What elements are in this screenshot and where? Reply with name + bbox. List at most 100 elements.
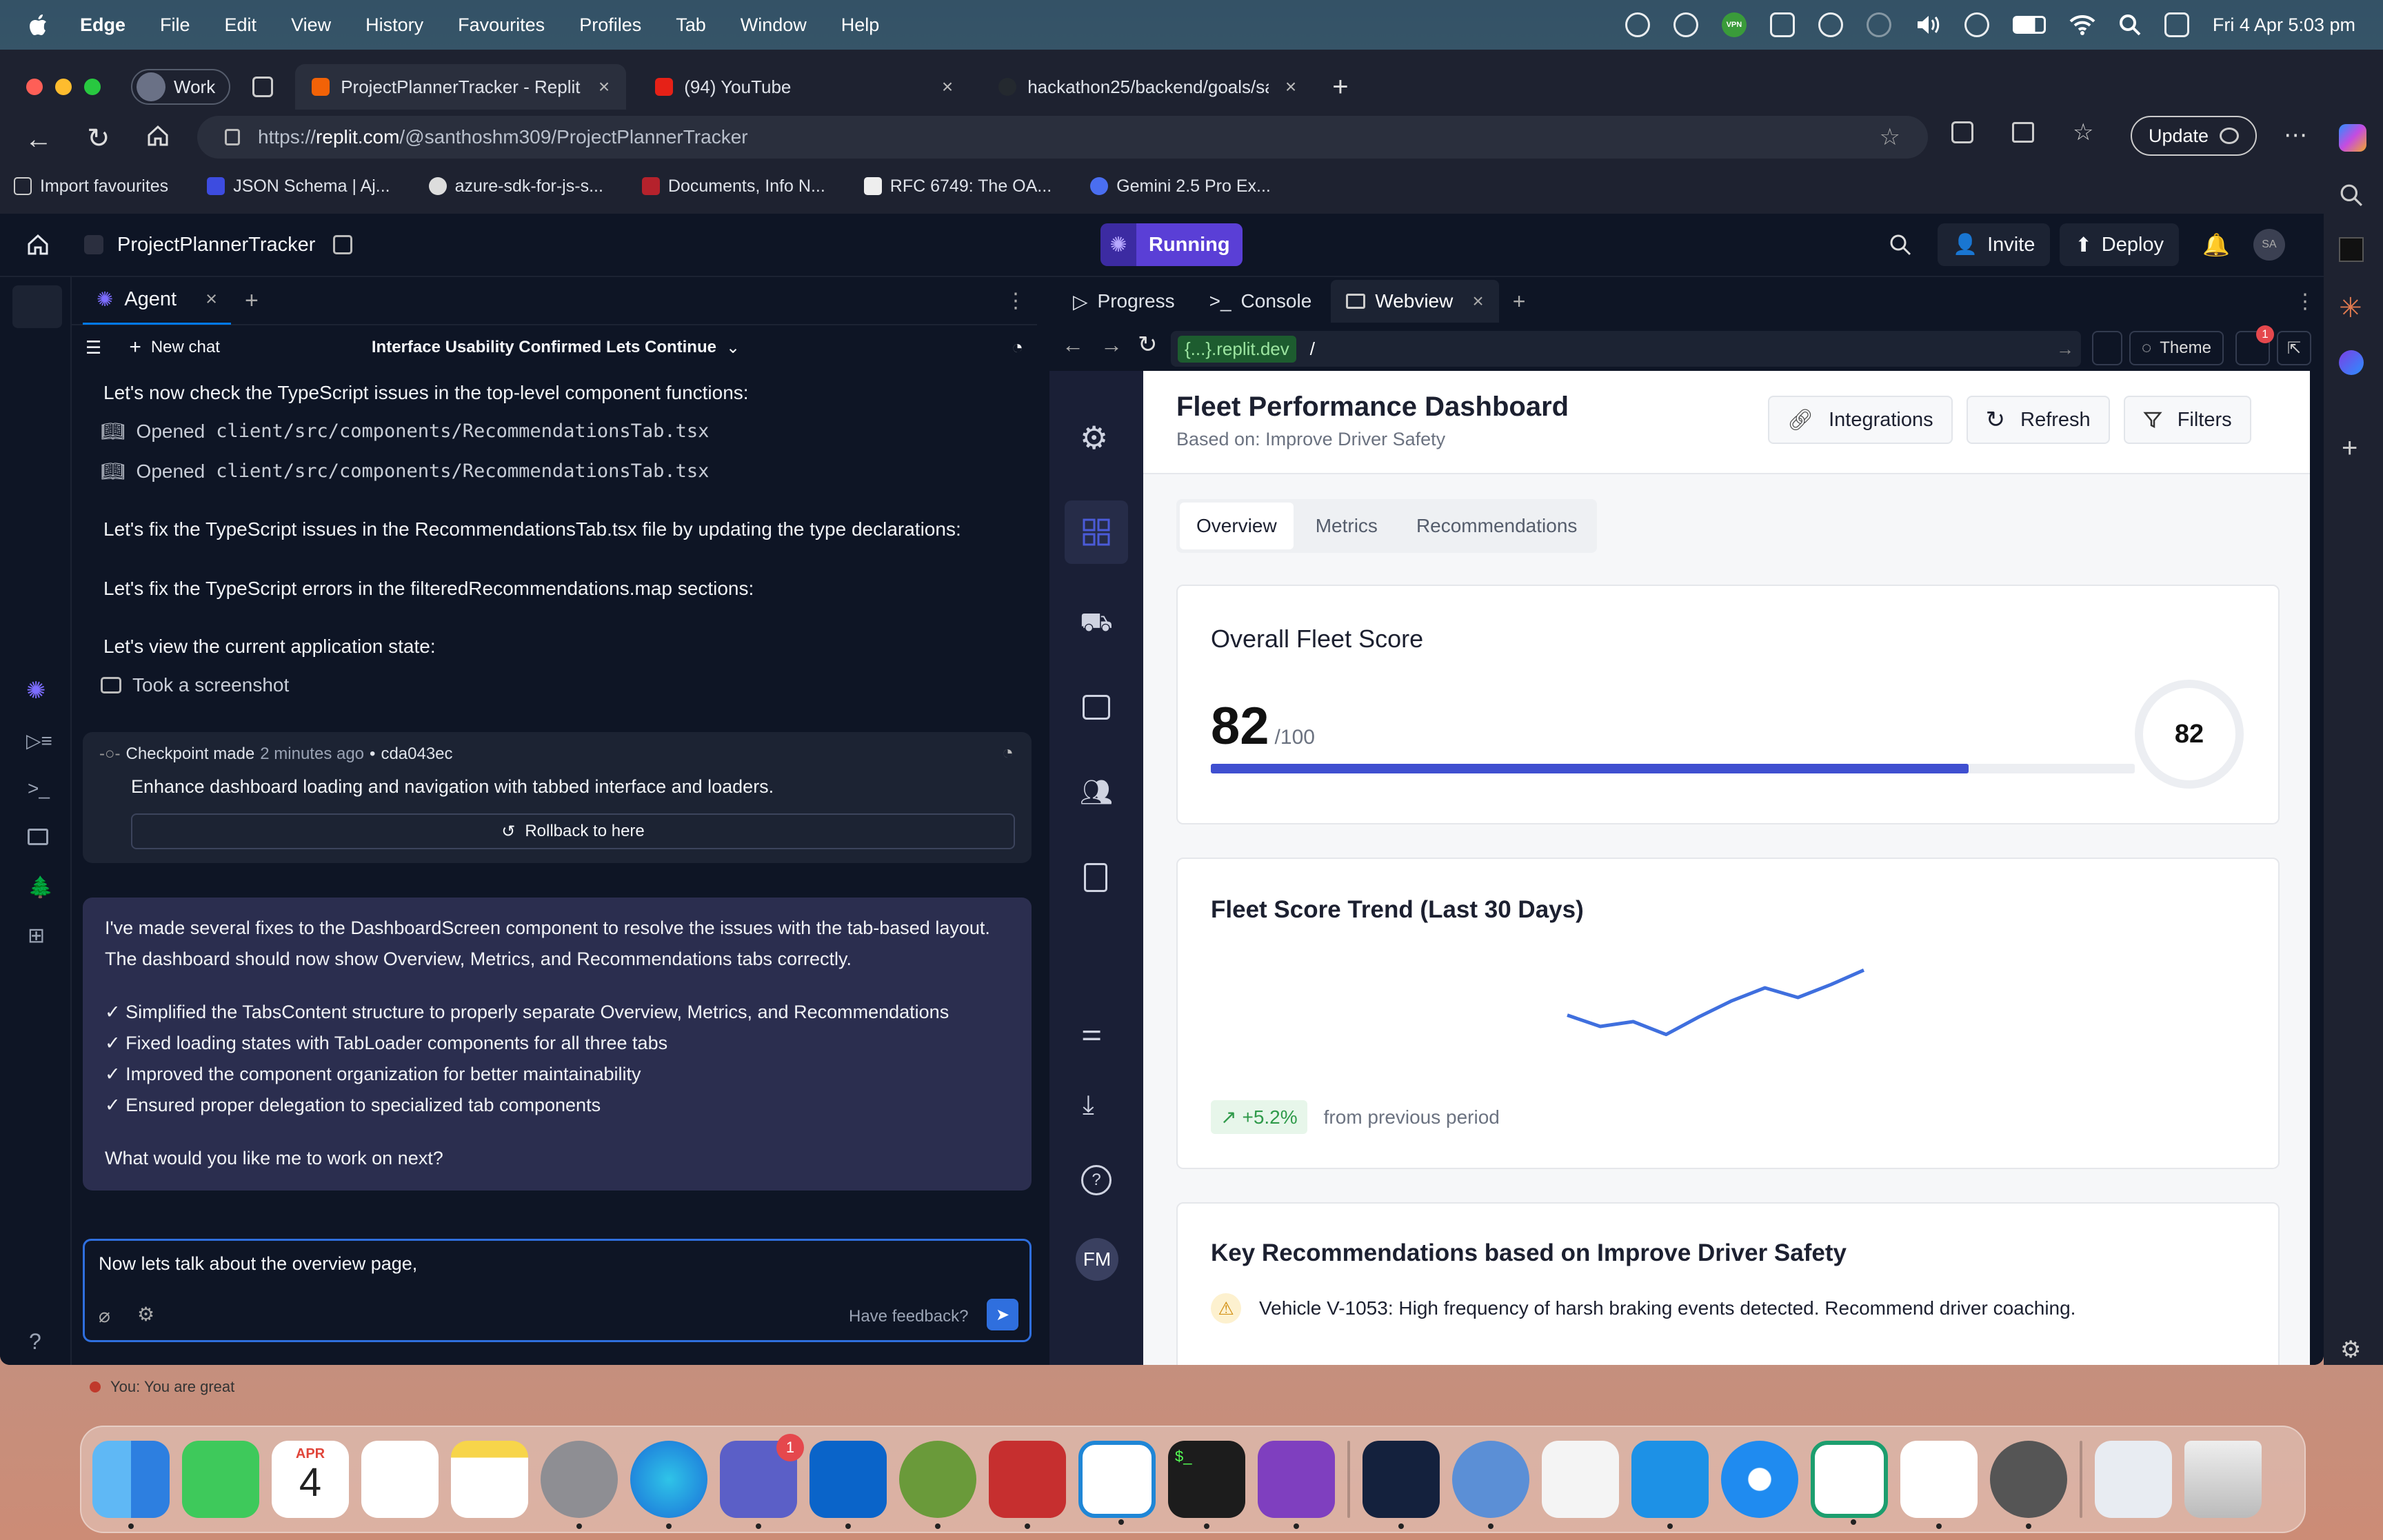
sidebar-settings-icon[interactable]: ⚙ — [2340, 1336, 2361, 1364]
pane-resize-handle[interactable] — [1037, 277, 1049, 1365]
battery-icon[interactable] — [2012, 16, 2046, 34]
device-icon[interactable] — [2092, 331, 2122, 365]
files-toggle-icon[interactable] — [12, 285, 62, 328]
bookmark-json-schema[interactable]: JSON Schema | Aj... — [207, 176, 390, 196]
chat-list-icon[interactable]: ☰ — [86, 337, 101, 358]
tableplus-icon[interactable] — [1452, 1441, 1529, 1529]
refresh-button[interactable]: ↻ Refresh — [1966, 396, 2110, 444]
menu-app-name[interactable]: Edge — [80, 14, 125, 36]
reload-icon[interactable]: ↻ — [87, 123, 110, 154]
all-tools-icon[interactable]: ⊞ — [28, 924, 45, 948]
help-circle-icon[interactable]: ? — [1081, 1165, 1112, 1195]
close-tab-icon[interactable]: × — [599, 76, 610, 98]
workspace-one-icon[interactable] — [1363, 1441, 1440, 1529]
sidebar-app-icon[interactable] — [2339, 237, 2364, 262]
truck-icon[interactable]: ⛟ — [1080, 608, 1113, 641]
quicktime-icon[interactable] — [1990, 1441, 2067, 1529]
tab-agent[interactable]: ✺ Agent × — [83, 276, 232, 325]
minimize-window-button[interactable] — [55, 79, 72, 95]
clock[interactable]: Fri 4 Apr 5:03 pm — [2213, 14, 2355, 36]
attach-icon[interactable]: ⌀ — [99, 1304, 110, 1327]
maximize-window-button[interactable] — [84, 79, 101, 95]
onenote-icon[interactable] — [1258, 1441, 1335, 1529]
chat-composer[interactable]: Now lets talk about the overview page, ⌀… — [83, 1239, 1032, 1342]
users-icon[interactable]: 👥︎ — [1080, 778, 1113, 808]
docker-icon[interactable] — [1631, 1441, 1709, 1529]
more-icon[interactable]: ⋯ — [2284, 121, 2307, 149]
devtools-button[interactable]: 1 — [2235, 325, 2274, 365]
replit-search-icon[interactable] — [1889, 234, 1911, 256]
webview-back-icon[interactable]: ← — [1062, 332, 1084, 358]
workspaces-icon[interactable] — [252, 77, 274, 97]
menu-file[interactable]: File — [160, 14, 190, 36]
commit-hash[interactable]: cda043ec — [381, 744, 452, 764]
tab-github[interactable]: hackathon25/backend/goals/sa × — [982, 64, 1313, 110]
address-bar[interactable]: https:// replit.com /@santhoshm309/Proje… — [197, 116, 1928, 159]
opened-file-row[interactable]: 📖︎ Opened client/src/components/Recommen… — [101, 416, 709, 447]
settings-icon[interactable]: ⚙ — [137, 1303, 154, 1326]
replit-home-icon[interactable] — [26, 233, 50, 256]
trash-icon[interactable] — [2184, 1441, 2262, 1518]
bookmark-gemini[interactable]: Gemini 2.5 Pro Ex... — [1090, 176, 1271, 196]
checkpoint-menu-icon[interactable]: ◔ — [1002, 742, 1014, 764]
tab-overview[interactable]: Overview — [1180, 503, 1294, 549]
close-tab-icon[interactable]: × — [1472, 290, 1483, 312]
progress-tool-icon[interactable]: ▷≡ — [26, 729, 52, 752]
webview-url-bar[interactable]: {...}.replit.dev / → — [1171, 331, 2081, 367]
new-chat-button[interactable]: + New chat — [129, 336, 220, 359]
pane-menu-icon[interactable]: ⋮ — [2295, 290, 2315, 314]
document-icon[interactable] — [1084, 863, 1107, 892]
outlook-icon[interactable] — [810, 1441, 887, 1529]
go-arrow-icon[interactable]: → — [2056, 338, 2074, 360]
close-tab-icon[interactable]: × — [942, 76, 953, 98]
search-icon[interactable] — [2119, 14, 2141, 36]
user-avatar[interactable]: SA — [2253, 229, 2285, 261]
help-icon[interactable]: ? — [29, 1329, 41, 1355]
menu-edit[interactable]: Edit — [225, 14, 257, 36]
webview-tool-icon[interactable] — [28, 829, 48, 845]
filters-button[interactable]: Filters — [2123, 396, 2251, 444]
tab-webview[interactable]: Webview × — [1331, 280, 1499, 323]
shield-icon[interactable] — [1818, 12, 1843, 37]
tab-metrics[interactable]: Metrics — [1299, 503, 1394, 549]
chat-input[interactable]: Now lets talk about the overview page, — [99, 1253, 1016, 1275]
bookmark-import[interactable]: Import favourites — [14, 176, 168, 196]
menu-tab[interactable]: Tab — [676, 14, 706, 36]
office-icon[interactable] — [1769, 12, 1795, 37]
redis-insight-icon[interactable] — [1900, 1441, 1978, 1529]
bookmark-documents[interactable]: Documents, Info N... — [641, 176, 825, 196]
webview-path[interactable]: / — [1310, 338, 1315, 360]
theme-button[interactable]: ◌ Theme — [2129, 331, 2224, 365]
dev-domain[interactable]: {...}.replit.dev — [1178, 335, 1296, 363]
vscode-icon[interactable] — [1078, 1441, 1156, 1525]
webview-forward-icon[interactable]: → — [1100, 332, 1123, 358]
notes-icon[interactable] — [451, 1441, 528, 1518]
run-button[interactable]: ✺ Running — [1100, 223, 1243, 266]
facetime-icon[interactable] — [182, 1441, 259, 1518]
bookmark-azure-sdk[interactable]: azure-sdk-for-js-s... — [428, 176, 603, 196]
teams-icon[interactable]: 1 — [720, 1434, 804, 1529]
menu-view[interactable]: View — [291, 14, 331, 36]
recommendation-item[interactable]: ⚠ Vehicle V-1053: High frequency of hars… — [1211, 1293, 2075, 1324]
textedit-icon[interactable] — [1542, 1441, 1619, 1518]
edge-icon[interactable] — [630, 1441, 707, 1529]
menu-window[interactable]: Window — [741, 14, 807, 36]
profile-button[interactable]: Work — [131, 69, 231, 105]
update-button[interactable]: Update — [2131, 116, 2258, 156]
agent-speed-icon[interactable]: ◔ — [1012, 336, 1023, 358]
sliders-icon[interactable]: ⚌ — [1081, 1019, 1102, 1046]
tab-console[interactable]: >_ Console — [1194, 280, 1327, 323]
vscode-insiders-icon[interactable] — [1811, 1441, 1888, 1525]
menu-history[interactable]: History — [365, 14, 423, 36]
sidebar-search-icon[interactable] — [2340, 183, 2363, 207]
extensions-icon[interactable] — [1951, 121, 1973, 143]
sidebar-claude-icon[interactable]: ✳ — [2339, 292, 2362, 324]
feedback-link[interactable]: Have feedback? — [849, 1307, 968, 1326]
focus-icon[interactable] — [1866, 12, 1891, 37]
close-tab-icon[interactable]: × — [205, 288, 217, 311]
settings-icon[interactable]: ⚙ — [1080, 419, 1121, 460]
reminders-icon[interactable] — [361, 1441, 439, 1518]
tab-youtube[interactable]: (94) YouTube × — [639, 64, 969, 110]
calendar-icon[interactable]: APR 4 — [272, 1441, 349, 1518]
pane-menu-icon[interactable]: ⋮ — [1005, 289, 1026, 313]
